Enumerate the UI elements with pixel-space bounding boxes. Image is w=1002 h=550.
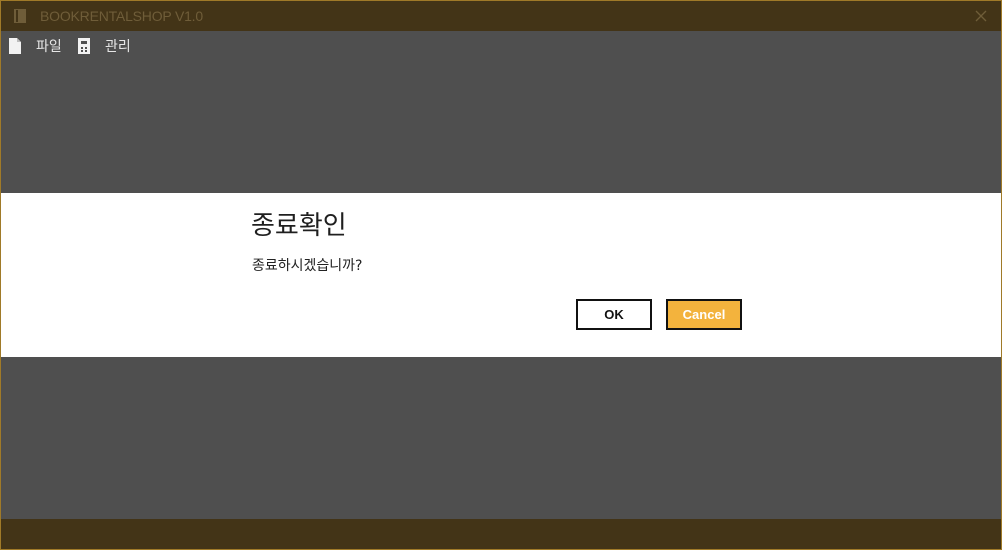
app-window: BOOKRENTALSHOP V1.0 파일 관리 종료확인 종료하시겠습니까?… — [0, 0, 1002, 550]
title-bar[interactable]: BOOKRENTALSHOP V1.0 — [1, 1, 1001, 31]
close-icon[interactable] — [971, 6, 991, 26]
book-app-icon — [14, 9, 26, 23]
menu-item-file[interactable]: 파일 — [7, 35, 62, 57]
menu-bar: 파일 관리 — [1, 31, 1001, 61]
dialog-title: 종료확인 — [251, 211, 347, 241]
file-icon — [9, 38, 21, 54]
cancel-button[interactable]: Cancel — [666, 299, 742, 330]
menu-item-admin[interactable]: 관리 — [76, 35, 131, 57]
ok-button[interactable]: OK — [576, 299, 652, 330]
admin-icon — [78, 38, 90, 54]
menu-item-admin-label: 관리 — [105, 38, 131, 54]
dialog-message: 종료하시겠습니까? — [252, 258, 363, 274]
status-bar — [1, 519, 1001, 549]
confirm-dialog: 종료확인 종료하시겠습니까? OK Cancel — [1, 193, 1001, 357]
window-title: BOOKRENTALSHOP V1.0 — [40, 8, 203, 24]
menu-item-file-label: 파일 — [36, 38, 62, 54]
